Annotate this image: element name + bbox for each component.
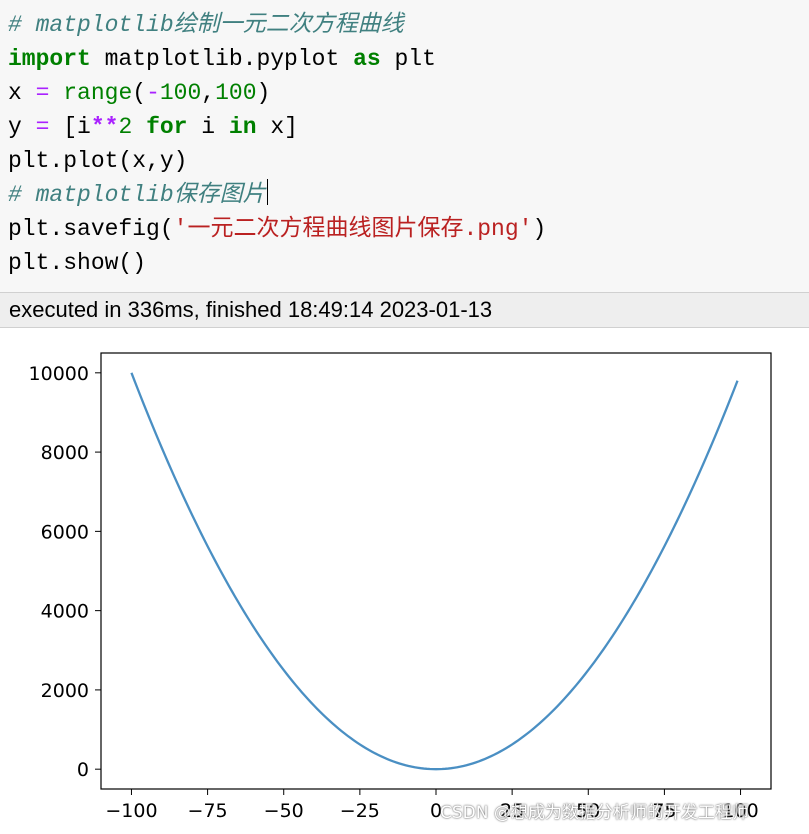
code-token: plt.show() [8,250,147,276]
text-cursor [266,179,268,205]
code-token: in [228,114,257,140]
code-token: x] [256,114,298,140]
x-tick-label: −50 [264,800,304,822]
code-token: ** [90,114,119,140]
code-line: plt.savefig('一元二次方程曲线图片保存.png') [8,212,546,246]
code-token: y [8,114,36,140]
code-line: # matplotlib绘制一元二次方程曲线 [8,8,404,42]
y-tick-label: 0 [77,759,89,781]
code-line: x = range(-100,100) [8,76,270,110]
x-tick-label: −100 [105,800,157,822]
code-token: matplotlib.pyplot [90,46,354,72]
y-tick-label: 6000 [41,521,89,543]
output-plot: −100 −75 −50 −25 0 25 50 75 100 0 2000 4000 6000 8000… [0,328,809,830]
code-cell[interactable]: # matplotlib绘制一元二次方程曲线 import matplotlib.… [0,0,809,292]
code-token: x [8,80,36,106]
code-token: - [146,80,160,106]
code-token: ) [532,216,547,242]
x-tick-label: −25 [340,800,380,822]
x-tick-label: −75 [188,800,228,822]
y-tick-label: 2000 [41,680,89,702]
code-token: for [146,114,188,140]
code-line: # matplotlib保存图片 [8,178,268,212]
code-token: plt.plot(x,y) [8,148,188,174]
execution-status-text: executed in 336ms, finished 18:49:14 202… [9,297,493,322]
code-token: '一元二次方程曲线图片保存.png' [173,216,533,242]
code-token: 100 [215,80,257,106]
code-line: import matplotlib.pyplot as plt [8,42,436,76]
code-line: plt.show() [8,246,146,280]
y-tick-label: 8000 [41,442,89,464]
code-token: 100 [159,80,202,106]
code-token: ( [132,80,147,106]
execution-status-bar: executed in 336ms, finished 18:49:14 202… [0,293,809,327]
line-chart: −100 −75 −50 −25 0 25 50 75 10002000400060008000… [29,352,772,822]
series-line [130,372,739,771]
code-token: , [201,80,216,106]
code-token: ) [256,80,271,106]
code-token: range [63,80,133,106]
code-token: plt [380,46,436,72]
code-line: y = [i**2 for i in x] [8,110,298,144]
code-token: # matplotlib绘制一元二次方程曲线 [8,12,404,38]
code-line: plt.plot(x,y) [8,144,187,178]
code-token: i [187,114,229,140]
y-tick-label: 10000 [29,363,89,385]
code-token: import [8,46,91,72]
code-token: as [353,46,381,72]
code-token: 2 [118,114,133,140]
code-token: # matplotlib保存图片 [8,182,266,208]
code-token: plt.savefig( [8,216,174,242]
watermark: CSDN @想成为数据分析师的开发工程师 [440,803,749,823]
code-token: [i [49,114,91,140]
code-token: = [35,80,50,106]
axes-frame [100,352,772,790]
y-tick-label: 4000 [41,601,89,623]
code-token: = [35,114,50,140]
